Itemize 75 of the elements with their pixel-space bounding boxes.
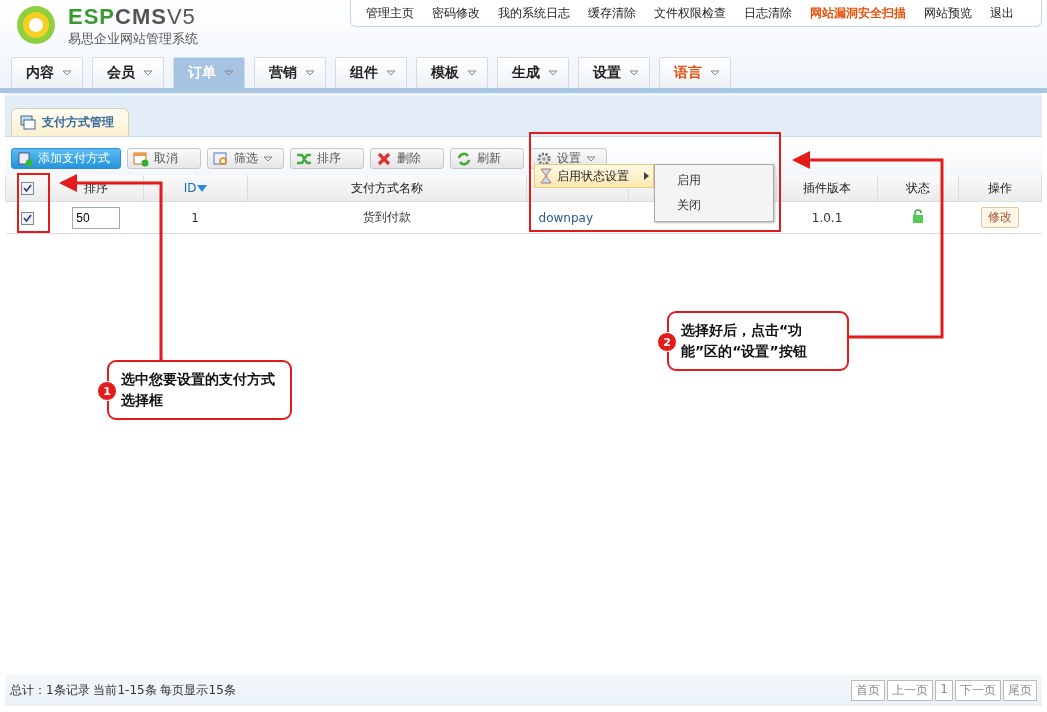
checkbox[interactable] (21, 182, 35, 195)
nav-tab[interactable]: 营销 (254, 57, 326, 88)
nav-tab[interactable]: 语言 (659, 57, 731, 88)
edit-button[interactable]: 修改 (980, 207, 1019, 228)
column-header: 状态 (905, 180, 930, 195)
caret-icon (548, 70, 558, 76)
submenu-arrow-icon (644, 172, 649, 180)
pager-button[interactable]: 上一页 (887, 679, 934, 701)
pager-button[interactable]: 1 (935, 679, 953, 701)
toolbar-button[interactable]: 删除 (370, 148, 444, 169)
pager-button[interactable]: 首页 (851, 679, 886, 701)
callout-text: 选择好后，点击“功能”区的“设置”按钮 (681, 322, 807, 359)
check-icon (23, 213, 33, 223)
top-link[interactable]: 文件权限检查 (645, 4, 735, 22)
gear-icon (536, 150, 552, 167)
scroll-plus-icon (17, 150, 33, 167)
submenu-item[interactable]: 启用 (655, 168, 773, 193)
caret-icon (467, 70, 477, 76)
nav-tab[interactable]: 会员 (92, 57, 164, 88)
callout-text: 选中您要设置的支付方式选择框 (121, 371, 275, 408)
caret-icon (224, 70, 234, 76)
submenu-item[interactable]: 关闭 (655, 193, 773, 218)
caret-icon (263, 155, 273, 162)
sort-input[interactable]: 50 (72, 206, 121, 229)
toolbar-button[interactable]: 刷新 (450, 148, 524, 169)
column-header[interactable]: ID (183, 181, 207, 195)
highlight-frame (17, 173, 50, 233)
logo-wordmark: ESPCMSV5 (68, 4, 197, 30)
top-link[interactable]: 日志清除 (735, 4, 801, 22)
caret-icon (710, 70, 720, 76)
refresh-icon (456, 150, 472, 167)
record-summary: 总计：1条记录 当前1-15条 每页显示15条 (10, 681, 236, 699)
top-link[interactable]: 缓存清除 (579, 4, 645, 22)
caret-icon (586, 155, 596, 162)
nav-tab[interactable]: 内容 (11, 57, 83, 88)
top-link[interactable]: 管理主页 (357, 4, 423, 22)
top-link[interactable]: 我的系统日志 (489, 4, 579, 22)
hourglass-icon (539, 168, 553, 184)
top-link[interactable]: 退出 (981, 4, 1023, 22)
toolbar-button[interactable]: 取消 (127, 148, 201, 169)
pager-button[interactable]: 尾页 (1003, 679, 1037, 701)
top-link[interactable]: 网站漏洞安全扫描 (801, 4, 915, 22)
nav-tab[interactable]: 模板 (416, 57, 488, 88)
nav-tab[interactable]: 生成 (497, 57, 569, 88)
table-cell: 货到付款 (362, 210, 411, 224)
column-header: 操作 (987, 180, 1012, 195)
table-cell: 1.0.1 (811, 210, 843, 225)
page-tab[interactable]: 支付方式管理 (11, 108, 129, 136)
window-icon (20, 115, 36, 130)
column-header: 插件版本 (803, 180, 852, 195)
step-badge: 1 (97, 381, 117, 401)
caret-icon (386, 70, 396, 76)
caret-icon (305, 70, 315, 76)
toolbar-button[interactable]: 排序 (290, 148, 364, 169)
logo-subtitle: 易思企业网站管理系统 (68, 30, 198, 48)
nav-tab[interactable]: 设置 (578, 57, 650, 88)
table-cell: downpay (538, 210, 593, 225)
nav-tab[interactable]: 组件 (335, 57, 407, 88)
step-badge: 2 (657, 332, 677, 352)
calendar-plus-icon (133, 150, 149, 167)
caret-icon (62, 70, 72, 76)
caret-icon (629, 70, 639, 76)
pager-button[interactable]: 下一页 (955, 679, 1001, 701)
checkbox[interactable] (21, 211, 35, 225)
top-link[interactable]: 网站预览 (915, 4, 981, 22)
toolbar-button[interactable]: 筛选 (207, 148, 284, 169)
cross-icon (376, 150, 392, 167)
table-cell: 1 (191, 210, 199, 225)
check-icon (23, 184, 33, 193)
menu-item[interactable]: 启用状态设置 (534, 164, 654, 188)
column-header: 支付方式名称 (350, 180, 423, 195)
top-link[interactable]: 密码修改 (423, 4, 489, 22)
sort-down-icon (196, 185, 207, 192)
caret-icon (143, 70, 153, 76)
window-search-icon (213, 150, 229, 167)
